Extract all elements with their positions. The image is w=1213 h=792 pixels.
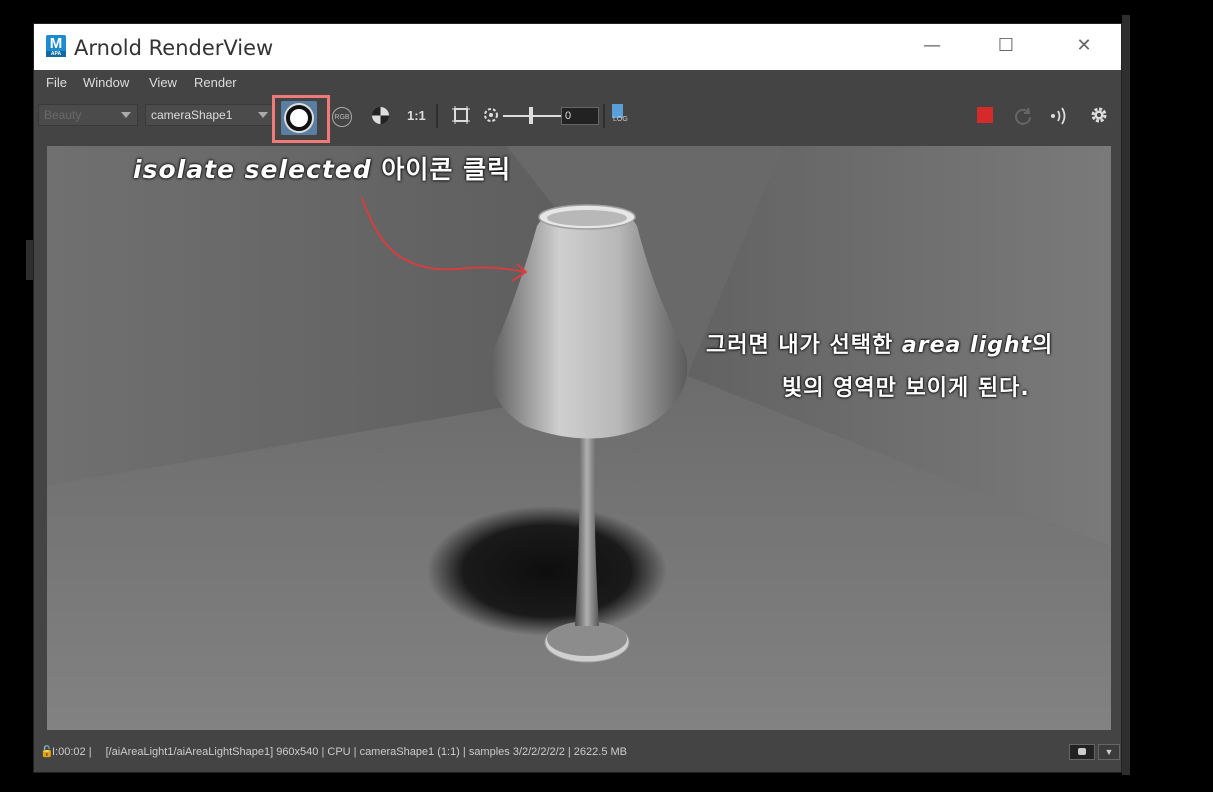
checker-icon[interactable] (372, 107, 389, 124)
aov-dropdown-label: Beauty (44, 108, 82, 122)
status-time: I:00:02 | (52, 746, 92, 758)
desktop-strip-left (26, 240, 33, 280)
camera-dropdown[interactable]: cameraShape1 (145, 104, 275, 126)
broadcast-icon[interactable] (1048, 105, 1072, 127)
refresh-icon[interactable] (1013, 106, 1033, 126)
exposure-slider-handle[interactable] (529, 107, 533, 124)
annotation-result-line1: 그러면 내가 선택한 area light의 (706, 327, 1053, 359)
annotation-line1-en: area light (901, 333, 1033, 358)
ratio-button[interactable]: 1:1 (407, 108, 426, 123)
annotation-result-line2: 빛의 영역만 보이게 된다. (782, 370, 1030, 402)
maya-app-icon: M APA (46, 35, 66, 57)
toolbar-separator (436, 104, 438, 128)
menu-render[interactable]: Render (194, 75, 237, 90)
stop-render-button[interactable] (977, 107, 993, 123)
window-title: Arnold RenderView (74, 36, 274, 60)
annotation-line1-ko: 그러면 내가 선택한 (706, 333, 902, 358)
chevron-down-icon[interactable]: ▼ (1098, 744, 1120, 760)
annotation-isolate-en: isolate selected (133, 155, 372, 184)
isolate-selected-button[interactable] (281, 101, 317, 135)
status-info: 960x540 | CPU | cameraShape1 (1:1) | sam… (273, 746, 627, 758)
chevron-down-icon (258, 112, 268, 118)
exposure-value-field[interactable]: 0 (561, 107, 599, 125)
snapshot-camera-icon[interactable] (1069, 744, 1095, 760)
annotation-line1-end: 의 (1032, 333, 1054, 358)
crop-region-icon[interactable] (452, 106, 470, 124)
menu-view[interactable]: View (149, 75, 177, 90)
gear-icon[interactable] (1089, 105, 1109, 125)
render-viewport[interactable] (47, 146, 1111, 730)
aov-dropdown[interactable]: Beauty (38, 104, 138, 126)
status-text: I:00:02 | [/aiAreaLight1/aiAreaLightShape… (52, 746, 627, 758)
render-image (47, 146, 1111, 730)
menu-window[interactable]: Window (83, 75, 129, 90)
title-bar[interactable]: M APA Arnold RenderView — ☐ ✕ (34, 24, 1121, 70)
isolate-selected-icon (286, 105, 312, 131)
menu-file[interactable]: File (46, 75, 67, 90)
status-light-path: [/aiAreaLight1/aiAreaLightShape1] (105, 746, 274, 758)
maximize-icon[interactable]: ☐ (986, 34, 1026, 58)
log-button[interactable]: LOG (612, 104, 628, 126)
annotation-isolate-ko: 아이콘 클릭 (371, 155, 512, 184)
rgb-channel-button[interactable]: RGB (332, 107, 352, 127)
desktop-strip-right (1122, 15, 1130, 775)
close-icon[interactable]: ✕ (1064, 34, 1104, 58)
menu-bar: File Window View Render (34, 70, 1121, 94)
status-bar: 🔓 I:00:02 | [/aiAreaLight1/aiAreaLightSha… (34, 740, 1121, 766)
exposure-icon (484, 108, 498, 122)
chevron-down-icon (121, 112, 131, 118)
annotation-line2: 빛의 영역만 보이게 된다. (782, 376, 1030, 401)
camera-dropdown-label: cameraShape1 (151, 108, 233, 122)
minimize-icon[interactable]: — (912, 34, 952, 58)
toolbar-separator (603, 104, 605, 128)
annotation-isolate: isolate selected 아이콘 클릭 (133, 150, 511, 186)
log-label: LOG (613, 116, 628, 123)
